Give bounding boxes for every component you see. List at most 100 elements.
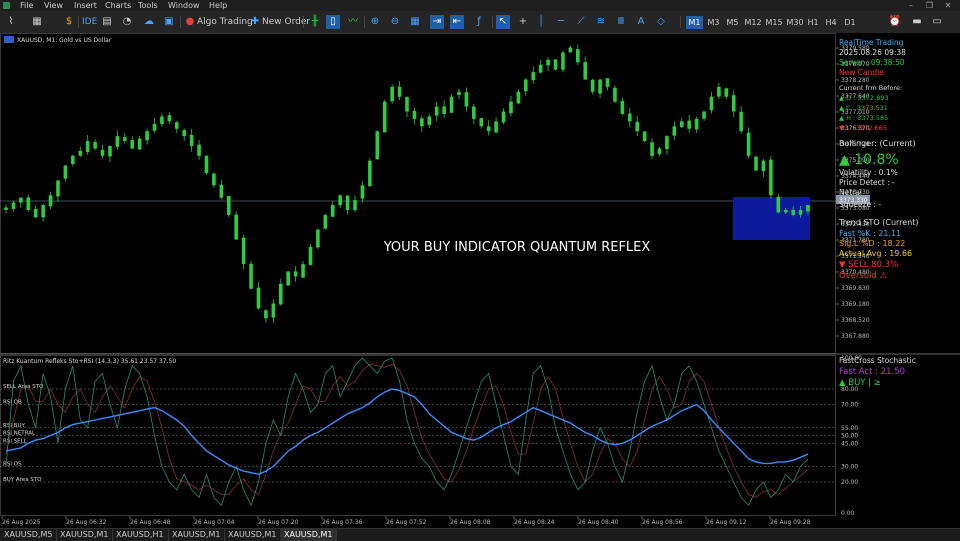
algo-trading-icon[interactable]: ● xyxy=(183,15,197,29)
actual-avg-value: Actual Avg : 19.66 xyxy=(839,249,912,258)
tab-xauusd-m5[interactable]: XAUUSD,M5 xyxy=(0,529,58,541)
menu-help[interactable]: Help xyxy=(207,0,229,11)
candle-body xyxy=(338,195,342,206)
bollinger-label: Bollinger: (Current) xyxy=(839,139,916,148)
candlestick-icon[interactable]: ▯ xyxy=(326,15,340,29)
candle-body xyxy=(516,91,521,104)
candle-body xyxy=(115,136,120,147)
crosshair-icon[interactable]: + xyxy=(516,15,530,29)
time-tick-label: 26 Aug 06:32 xyxy=(66,519,107,526)
menu-file[interactable]: File xyxy=(18,0,35,11)
candle-body xyxy=(783,209,788,213)
candle-body xyxy=(197,144,201,156)
bar-chart-icon[interactable]: ╫ xyxy=(308,15,322,29)
server-time-label: Server : 09:38:50 xyxy=(839,58,905,67)
indicator-lines xyxy=(5,357,809,507)
candle-body xyxy=(123,137,127,142)
tab-xauusd-m1-c[interactable]: XAUUSD,M1 xyxy=(224,529,282,541)
candle-body xyxy=(63,165,68,179)
grid-icon[interactable]: ▦ xyxy=(408,15,422,29)
timeframe-m1[interactable]: M1 xyxy=(686,16,703,29)
current-before-label: Current frm Before: xyxy=(839,84,902,92)
channel-icon[interactable]: ≋ xyxy=(594,15,608,29)
shapes-icon[interactable]: ◇ xyxy=(654,15,668,29)
chart-tabs: XAUUSD,M5 XAUUSD,M1 XAUUSD,H1 XAUUSD,M1 … xyxy=(0,528,960,541)
signals-icon[interactable]: ▣ xyxy=(162,15,176,29)
candle-body xyxy=(761,160,766,172)
close-value: ▲ C : 3373.531 xyxy=(839,104,888,112)
zoom-in-icon[interactable]: ⊕ xyxy=(368,15,382,29)
candle-body xyxy=(464,92,469,107)
candle-body xyxy=(330,205,335,217)
timeframe-m3[interactable]: M3 xyxy=(705,16,722,29)
menu-tools[interactable]: Tools xyxy=(136,0,160,11)
line-chart-icon[interactable]: 〰 xyxy=(346,15,360,29)
autoscroll-icon[interactable]: ⇥ xyxy=(430,15,444,29)
fibonacci-icon[interactable]: Ⅲ xyxy=(614,15,628,29)
zoom-out-icon[interactable]: ⊖ xyxy=(388,15,402,29)
terminal-icon[interactable]: ▤ xyxy=(100,15,114,29)
level-label: RSI SELL xyxy=(3,438,28,444)
menu-icon[interactable]: ▬ xyxy=(910,15,924,29)
time-tick-label: 26 Aug 07:20 xyxy=(258,519,299,526)
candle-body xyxy=(71,155,75,164)
candle-body xyxy=(442,106,446,114)
candle-body xyxy=(137,138,142,150)
candle-body xyxy=(152,123,157,131)
chart-shift-icon[interactable]: ⇤ xyxy=(450,15,464,29)
level-label: SELL Area STO xyxy=(3,384,44,390)
time-tick-label: 26 Aug 08:40 xyxy=(578,519,619,526)
minimize-icon[interactable]: – xyxy=(903,0,919,11)
timeframe-m5[interactable]: M5 xyxy=(724,16,741,29)
cloud-icon[interactable]: ☁ xyxy=(142,15,156,29)
indicator-tick-label: 20.00 xyxy=(841,479,858,486)
menu-view[interactable]: View xyxy=(42,0,65,11)
tab-xauusd-m1-active[interactable]: XAUUSD,M1 xyxy=(280,529,338,541)
level-label: BUY Area STO xyxy=(3,477,42,483)
low-value: ▼ L : 3372.665 xyxy=(839,124,887,132)
timeframe-d1[interactable]: D1 xyxy=(843,16,857,29)
trendline-icon[interactable]: ⟋ xyxy=(574,15,588,29)
vertical-line-icon[interactable]: │ xyxy=(534,15,548,29)
text-icon[interactable]: A xyxy=(634,15,648,29)
alarm-icon[interactable]: ⏰ xyxy=(888,15,902,29)
indicators-icon[interactable]: ƒ xyxy=(472,15,486,29)
close-icon[interactable]: ✕ xyxy=(940,0,956,11)
window-icon[interactable]: ▭ xyxy=(930,15,944,29)
menu-insert[interactable]: Insert xyxy=(72,0,99,11)
indicator-tick-label: 55.00 xyxy=(841,425,858,432)
chart-window[interactable]: XAUUSD, M1: Gold vs US Dollar YOUR BUY I… xyxy=(0,33,960,528)
ide-button[interactable]: IDE xyxy=(82,15,97,29)
algo-trading-button[interactable]: Algo Trading xyxy=(197,15,253,29)
market-icon[interactable]: $ xyxy=(62,15,76,29)
price-tick-label: 3368.520 xyxy=(841,317,870,324)
candle-body xyxy=(538,64,543,73)
menu-window[interactable]: Window xyxy=(166,0,202,11)
menu-charts[interactable]: Charts xyxy=(103,0,133,11)
candle-body xyxy=(531,72,536,81)
indicator-tick-label: 45.00 xyxy=(841,440,858,447)
timeframe-m30[interactable]: M30 xyxy=(785,16,805,29)
horizontal-line-icon[interactable]: ─ xyxy=(554,15,568,29)
tab-xauusd-m1-a[interactable]: XAUUSD,M1 xyxy=(56,529,114,541)
candle-body xyxy=(26,197,31,210)
restore-icon[interactable]: ❐ xyxy=(921,0,937,11)
candle-body xyxy=(226,195,231,215)
candle-body xyxy=(434,106,439,116)
timeframe-h4[interactable]: H4 xyxy=(824,16,838,29)
chart-type-icon[interactable]: ⌇ xyxy=(4,15,18,29)
candle-body xyxy=(620,100,625,114)
candle-body xyxy=(479,118,484,127)
time-axis[interactable]: 26 Aug 2025 26 Aug 06:32 26 Aug 06:48 26 Au… xyxy=(1,516,811,526)
history-icon[interactable]: ◔ xyxy=(120,15,134,29)
chart-canvas[interactable]: XAUUSD, M1: Gold vs US Dollar YOUR BUY I… xyxy=(0,33,960,528)
new-order-icon[interactable]: ✚ xyxy=(248,15,262,29)
tab-xauusd-m1-b[interactable]: XAUUSD,M1 xyxy=(168,529,226,541)
timeframe-m12[interactable]: M12 xyxy=(743,16,763,29)
timeframe-m15[interactable]: M15 xyxy=(764,16,784,29)
netral-label: Netral xyxy=(839,188,862,197)
tab-xauusd-h1[interactable]: XAUUSD,H1 xyxy=(112,529,169,541)
profiles-icon[interactable]: ▦ xyxy=(30,15,44,29)
timeframe-h1[interactable]: H1 xyxy=(806,16,820,29)
cursor-icon[interactable]: ↖ xyxy=(496,15,510,29)
